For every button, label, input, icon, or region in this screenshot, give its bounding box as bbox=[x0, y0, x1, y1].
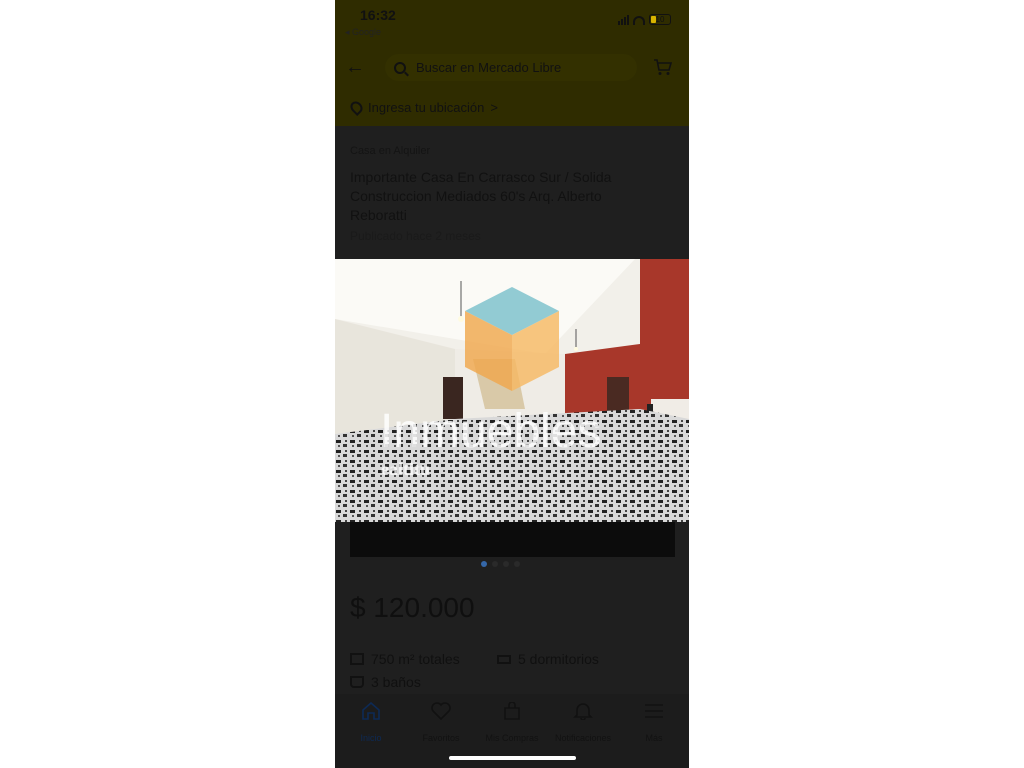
carousel-dot[interactable] bbox=[514, 561, 520, 567]
bag-icon bbox=[504, 701, 520, 720]
listing-photo[interactable]: Inmuebles ealtitu bbox=[335, 259, 689, 522]
listing-title: Importante Casa En Carrasco Sur / Solida… bbox=[350, 169, 612, 223]
back-arrow-icon[interactable]: ← bbox=[345, 56, 367, 78]
listing-category: Casa en Alquiler bbox=[350, 145, 431, 157]
nav-notifications[interactable]: Notificaciones bbox=[547, 702, 619, 743]
nav-notifications-label: Notificaciones bbox=[554, 733, 612, 743]
feature-bedrooms-label: 5 dormitorios bbox=[518, 651, 599, 667]
carousel-dots[interactable] bbox=[481, 561, 520, 567]
signal-icon bbox=[618, 15, 629, 25]
listing-price: $ 120.000 bbox=[350, 592, 475, 623]
home-icon bbox=[362, 701, 380, 720]
nav-purchases-label: Mis Compras bbox=[485, 733, 539, 743]
bed-icon bbox=[497, 654, 511, 664]
location-label: Ingresa tu ubicación bbox=[368, 100, 485, 115]
area-icon bbox=[350, 653, 364, 665]
phone-screen: 16:32 ◂ Google 10 ← Buscar en Mercado Li… bbox=[335, 0, 689, 768]
search-icon bbox=[394, 61, 406, 74]
location-selector[interactable]: Ingresa tu ubicación > bbox=[348, 99, 498, 116]
nav-more[interactable]: Más bbox=[618, 702, 689, 743]
battery-icon: 10 bbox=[649, 14, 671, 25]
search-placeholder: Buscar en Mercado Libre bbox=[416, 60, 562, 75]
watermark-subtext: ealtitu bbox=[381, 459, 430, 479]
menu-icon bbox=[645, 704, 663, 718]
nav-home[interactable]: Inicio bbox=[335, 701, 407, 743]
nav-purchases[interactable]: Mis Compras bbox=[476, 701, 548, 743]
status-time: 16:32 bbox=[360, 7, 396, 23]
home-indicator[interactable] bbox=[449, 756, 576, 760]
nav-home-label: Inicio bbox=[360, 733, 382, 743]
app-header: 16:32 ◂ Google 10 ← Buscar en Mercado Li… bbox=[335, 0, 689, 126]
nav-more-label: Más bbox=[645, 733, 663, 743]
feature-bedrooms: 5 dormitorios bbox=[497, 651, 599, 667]
nav-favorites-label: Favoritos bbox=[422, 733, 460, 743]
feature-bathrooms: 3 baños bbox=[350, 674, 421, 690]
heart-icon bbox=[431, 702, 451, 721]
feature-bathrooms-label: 3 baños bbox=[371, 674, 421, 690]
bell-icon bbox=[573, 703, 593, 721]
watermark-text: Inmuebles bbox=[380, 405, 601, 458]
feature-area: 750 m² totales bbox=[350, 651, 460, 667]
wifi-icon bbox=[633, 16, 645, 25]
published-date: Publicado hace 2 meses bbox=[350, 229, 481, 243]
battery-level: 10 bbox=[655, 15, 665, 24]
carousel-dot[interactable] bbox=[481, 561, 487, 567]
feature-area-label: 750 m² totales bbox=[371, 651, 460, 667]
bathtub-icon bbox=[350, 676, 364, 688]
carousel-dot[interactable] bbox=[503, 561, 509, 567]
back-to-app-link[interactable]: ◂ Google bbox=[345, 27, 381, 38]
search-input[interactable]: Buscar en Mercado Libre bbox=[385, 54, 637, 81]
status-icons: 10 bbox=[618, 14, 671, 25]
photo-bottom-strip bbox=[350, 522, 675, 557]
carousel-dot[interactable] bbox=[492, 561, 498, 567]
location-pin-icon bbox=[348, 99, 365, 116]
chevron-right-icon: > bbox=[490, 100, 498, 115]
nav-favorites[interactable]: Favoritos bbox=[405, 702, 477, 743]
room-photo-illustration: Inmuebles ealtitu bbox=[335, 259, 689, 522]
cart-icon[interactable] bbox=[653, 58, 673, 76]
